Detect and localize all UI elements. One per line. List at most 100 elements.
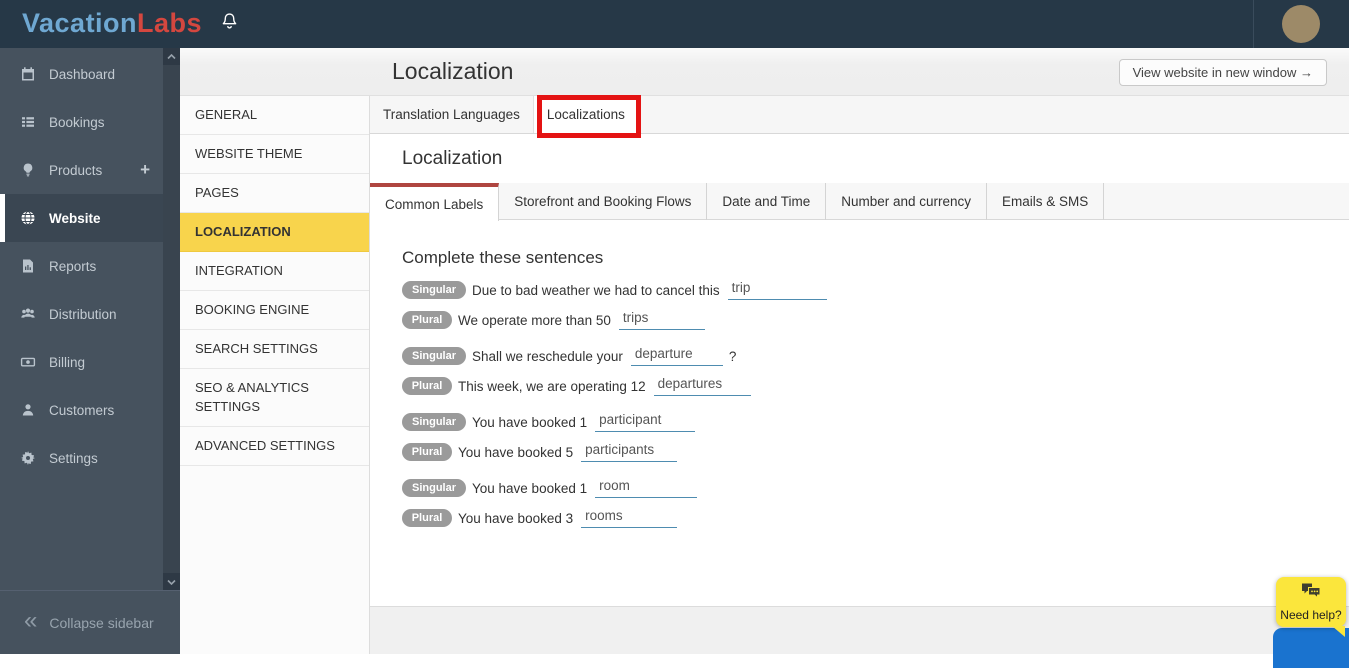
menu-item-integration[interactable]: INTEGRATION bbox=[180, 252, 369, 291]
localization-panel: Localization Common Labels Storefront an… bbox=[370, 134, 1349, 606]
sentence-text: Shall we reschedule your bbox=[472, 348, 623, 364]
sidebar-item-label: Billing bbox=[49, 354, 86, 370]
panel-footer bbox=[370, 606, 1349, 654]
sentence-row: Singular You have booked 1 participant bbox=[402, 412, 1349, 432]
sidebar-item-label: Dashboard bbox=[49, 66, 116, 82]
bell-icon bbox=[219, 10, 240, 38]
localization-page-tabs: Translation Languages Localizations bbox=[370, 96, 1349, 134]
sidebar-item-label: Customers bbox=[49, 402, 115, 418]
label-value-participant[interactable]: participant bbox=[595, 412, 696, 432]
tab-translation-languages[interactable]: Translation Languages bbox=[370, 96, 534, 133]
collapse-sidebar-label: Collapse sidebar bbox=[49, 614, 154, 631]
menu-item-pages[interactable]: PAGES bbox=[180, 174, 369, 213]
sidebar-item-label: Reports bbox=[49, 258, 97, 274]
sentence-row: Singular Due to bad weather we had to ca… bbox=[402, 280, 1349, 300]
section-title: Complete these sentences bbox=[402, 248, 604, 267]
sentence-row: Plural You have booked 3 rooms bbox=[402, 508, 1349, 528]
plural-badge: Plural bbox=[402, 509, 452, 527]
brand-logo[interactable]: VacationLabs bbox=[22, 8, 202, 39]
sidebar-item-customers[interactable]: Customers bbox=[0, 386, 163, 434]
label-value-participants[interactable]: participants bbox=[581, 442, 678, 462]
add-product-button[interactable]: + bbox=[140, 160, 150, 180]
plural-badge: Plural bbox=[402, 377, 452, 395]
menu-item-website-theme[interactable]: WEBSITE THEME bbox=[180, 135, 369, 174]
label-value-departure[interactable]: departure bbox=[630, 346, 723, 366]
menu-item-booking-engine[interactable]: BOOKING ENGINE bbox=[180, 291, 369, 330]
collapse-sidebar-button[interactable]: « Collapse sidebar bbox=[0, 590, 180, 654]
users-group-icon bbox=[20, 306, 36, 322]
sentence-text: You have booked 1 bbox=[472, 480, 588, 496]
sentence-text: Due to bad weather we had to cancel this bbox=[472, 282, 720, 298]
need-help-widget[interactable]: Need help? bbox=[1276, 577, 1346, 637]
sentence-row: Singular Shall we reschedule your depart… bbox=[402, 346, 1349, 366]
sidebar-item-label: Distribution bbox=[49, 306, 117, 322]
lightbulb-icon bbox=[20, 162, 36, 178]
sidebar-item-label: Products bbox=[49, 162, 103, 178]
sentence-row: Plural This week, we are operating 12 de… bbox=[402, 376, 1349, 396]
sentence-text: This week, we are operating 12 bbox=[458, 378, 646, 394]
tab-number-and-currency[interactable]: Number and currency bbox=[826, 183, 988, 220]
sidebar-item-reports[interactable]: Reports bbox=[0, 242, 163, 290]
main-sidebar: Dashboard Bookings Products + Website Re… bbox=[0, 48, 180, 654]
sidebar-item-bookings[interactable]: Bookings bbox=[0, 98, 163, 146]
calendar-icon bbox=[20, 66, 36, 82]
sidebar-item-label: Bookings bbox=[49, 114, 105, 130]
tab-common-labels[interactable]: Common Labels bbox=[370, 183, 500, 221]
sidebar-item-distribution[interactable]: Distribution bbox=[0, 290, 163, 338]
label-value-trips[interactable]: trips bbox=[618, 310, 705, 330]
scroll-up-button[interactable] bbox=[163, 48, 180, 65]
scroll-down-button[interactable] bbox=[163, 573, 180, 590]
singular-badge: Singular bbox=[402, 347, 466, 365]
panel-title: Localization bbox=[402, 148, 503, 169]
user-avatar[interactable] bbox=[1282, 5, 1320, 43]
brand-logo-vacation: Vacation bbox=[22, 8, 138, 38]
tab-storefront-booking-flows[interactable]: Storefront and Booking Flows bbox=[499, 183, 708, 220]
singular-badge: Singular bbox=[402, 281, 466, 299]
website-settings-menu: GENERAL WEBSITE THEME PAGES LOCALIZATION… bbox=[180, 96, 370, 654]
sentence-row: Singular You have booked 1 room bbox=[402, 478, 1349, 498]
tab-emails-sms[interactable]: Emails & SMS bbox=[987, 183, 1105, 220]
sentence-row: Plural You have booked 5 participants bbox=[402, 442, 1349, 462]
page-title: Localization bbox=[392, 58, 514, 84]
tab-date-and-time[interactable]: Date and Time bbox=[707, 183, 827, 220]
sentence-group-trip: Singular Due to bad weather we had to ca… bbox=[402, 280, 1349, 330]
sentence-row: Plural We operate more than 50 trips bbox=[402, 310, 1349, 330]
sidebar-item-products[interactable]: Products + bbox=[0, 146, 163, 194]
tab-localizations[interactable]: Localizations bbox=[533, 96, 639, 133]
menu-item-general[interactable]: GENERAL bbox=[180, 96, 369, 135]
help-widget-tail bbox=[1332, 626, 1345, 637]
sidebar-item-label: Website bbox=[49, 210, 101, 226]
top-navbar: VacationLabs bbox=[0, 0, 1349, 48]
menu-item-advanced-settings[interactable]: ADVANCED SETTINGS bbox=[180, 427, 369, 466]
view-website-button[interactable]: View website in new window → bbox=[1118, 59, 1327, 86]
page-header: Localization View website in new window … bbox=[180, 48, 1349, 96]
list-icon bbox=[20, 114, 36, 130]
localization-tab-strip: Common Labels Storefront and Booking Flo… bbox=[370, 183, 1349, 221]
label-value-departures[interactable]: departures bbox=[653, 376, 751, 396]
money-icon bbox=[20, 354, 36, 370]
label-value-rooms[interactable]: rooms bbox=[581, 508, 678, 528]
sidebar-item-dashboard[interactable]: Dashboard bbox=[0, 50, 163, 98]
sidebar-item-billing[interactable]: Billing bbox=[0, 338, 163, 386]
menu-item-search-settings[interactable]: SEARCH SETTINGS bbox=[180, 330, 369, 369]
label-value-trip[interactable]: trip bbox=[727, 280, 827, 300]
notifications-button[interactable] bbox=[205, 0, 253, 48]
common-labels-content: Complete these sentences Singular Due to… bbox=[370, 220, 1349, 606]
sentence-group-departure: Singular Shall we reschedule your depart… bbox=[402, 346, 1349, 396]
topbar-divider bbox=[1253, 0, 1254, 48]
sentence-text: You have booked 1 bbox=[472, 414, 588, 430]
sentence-text: We operate more than 50 bbox=[458, 312, 611, 328]
singular-badge: Singular bbox=[402, 479, 466, 497]
sidebar-scrollbar[interactable] bbox=[163, 48, 180, 590]
sidebar-item-settings[interactable]: Settings bbox=[0, 434, 163, 482]
user-icon bbox=[20, 402, 36, 418]
plural-badge: Plural bbox=[402, 311, 452, 329]
need-help-label: Need help? bbox=[1280, 607, 1342, 622]
menu-item-seo-analytics-settings[interactable]: SEO & ANALYTICS SETTINGS bbox=[180, 369, 369, 427]
sidebar-item-website[interactable]: Website bbox=[0, 194, 163, 242]
sidebar-item-label: Settings bbox=[49, 450, 98, 466]
sentence-text: You have booked 3 bbox=[458, 510, 574, 526]
menu-item-localization[interactable]: LOCALIZATION bbox=[180, 213, 369, 252]
chat-bubbles-icon bbox=[1300, 583, 1322, 606]
label-value-room[interactable]: room bbox=[595, 478, 698, 498]
